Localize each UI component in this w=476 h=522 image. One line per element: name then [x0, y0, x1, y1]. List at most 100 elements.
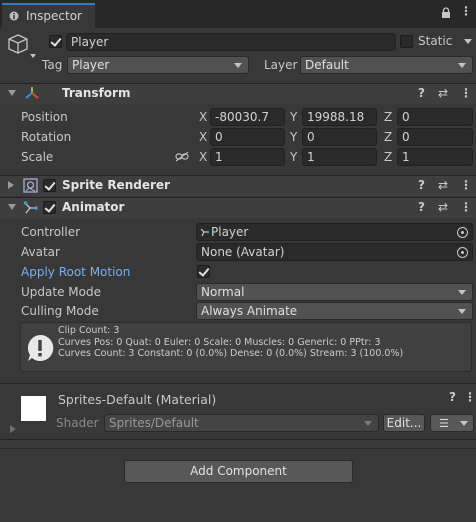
section-divider	[0, 439, 476, 440]
scale-x-label: X	[199, 150, 208, 164]
scale-z-label: Z	[384, 150, 393, 164]
shader-value: Sprites/Default	[109, 416, 199, 430]
object-name-field[interactable]: Player	[66, 33, 396, 51]
component-menu-icon[interactable]: ⋮	[460, 86, 472, 100]
info-line-curves-pos: Curves Pos: 0 Quat: 0 Euler: 0 Scale: 0 …	[58, 336, 381, 348]
lock-icon[interactable]	[441, 7, 451, 19]
scale-x-field[interactable]: 1	[210, 148, 285, 166]
position-x-label: X	[199, 110, 208, 124]
update-mode-label: Update Mode	[21, 285, 101, 299]
material-foldout-icon[interactable]	[10, 425, 16, 433]
help-icon[interactable]: ?	[418, 200, 425, 214]
component-menu-icon[interactable]: ⋮	[460, 178, 472, 192]
animator-icon	[23, 201, 38, 214]
culling-mode-value: Always Animate	[201, 304, 298, 318]
static-checkbox[interactable]	[400, 35, 413, 48]
rotation-x-field[interactable]: 0	[210, 128, 285, 146]
apply-root-motion-checkbox[interactable]	[197, 265, 210, 278]
apply-root-motion-label: Apply Root Motion	[21, 265, 131, 279]
info-line-curves-count: Curves Count: 3 Constant: 0 (0.0%) Dense…	[58, 348, 404, 359]
presets-icon[interactable]: ⇄	[438, 86, 448, 100]
rotation-x-label: X	[199, 130, 208, 144]
animator-title: Animator	[62, 200, 125, 214]
help-icon[interactable]: ?	[418, 86, 425, 100]
active-checkbox[interactable]	[49, 35, 62, 48]
animator-header[interactable]: Animator ? ⇄ ⋮	[0, 197, 476, 218]
layer-value: Default	[305, 58, 349, 72]
shader-options-dropdown[interactable]: ☰	[430, 414, 474, 432]
position-z-field[interactable]: 0	[397, 108, 473, 126]
sprite-renderer-enabled-checkbox[interactable]	[43, 179, 56, 192]
transform-title: Transform	[62, 86, 131, 100]
presets-icon[interactable]: ⇄	[438, 200, 448, 214]
foldout-arrow-icon[interactable]	[8, 204, 16, 210]
transform-header[interactable]: Transform ? ⇄ ⋮	[0, 83, 476, 104]
more-icon[interactable]: ⋮	[460, 4, 472, 18]
tag-dropdown[interactable]: Player	[67, 56, 249, 74]
tab-inspector[interactable]: Inspector	[2, 3, 95, 28]
material-help-icon[interactable]: ?	[449, 390, 456, 404]
info-text: Clip Count: 3 Curves Pos: 0 Quat: 0 Euler…	[58, 325, 403, 360]
rotation-y-field[interactable]: 0	[302, 128, 377, 146]
scale-y-field[interactable]: 1	[302, 148, 377, 166]
tab-bar: Inspector ⋮	[0, 0, 476, 28]
add-component-button[interactable]: Add Component	[124, 460, 353, 483]
static-label: Static	[418, 34, 453, 48]
avatar-label: Avatar	[21, 245, 60, 259]
tag-value: Player	[72, 58, 110, 72]
update-mode-dropdown[interactable]: Normal	[196, 283, 473, 301]
avatar-field[interactable]: None (Avatar)	[196, 243, 473, 261]
info-icon	[9, 11, 19, 21]
tag-label: Tag	[42, 58, 63, 72]
material-preview	[21, 396, 46, 421]
layer-label: Layer	[264, 58, 298, 72]
component-menu-icon[interactable]: ⋮	[460, 200, 472, 214]
material-title: Sprites-Default (Material)	[58, 392, 217, 407]
position-label: Position	[21, 110, 68, 124]
gameobject-cube-icon[interactable]	[8, 32, 36, 60]
info-message-icon	[27, 334, 54, 361]
rotation-z-label: Z	[384, 130, 393, 144]
object-picker-icon[interactable]	[457, 247, 468, 258]
position-z-label: Z	[384, 110, 393, 124]
update-mode-value: Normal	[201, 285, 245, 299]
info-line-clip-count: Clip Count: 3	[58, 325, 120, 336]
presets-icon[interactable]: ⇄	[438, 178, 448, 192]
sprite-renderer-icon	[23, 178, 38, 193]
constrain-proportions-icon[interactable]	[175, 152, 189, 162]
position-x-field[interactable]: -80030.7	[210, 108, 285, 126]
rotation-label: Rotation	[21, 130, 72, 144]
animator-controller-icon	[200, 228, 209, 237]
transform-icon	[25, 87, 39, 99]
shader-edit-button[interactable]: Edit...	[383, 414, 425, 432]
sprite-renderer-header[interactable]: Sprite Renderer ? ⇄ ⋮	[0, 175, 476, 196]
sprite-renderer-title: Sprite Renderer	[62, 178, 170, 192]
scale-label: Scale	[21, 150, 54, 164]
tab-label: Inspector	[26, 9, 82, 23]
rotation-z-field[interactable]: 0	[397, 128, 473, 146]
section-divider	[0, 448, 476, 449]
object-picker-icon[interactable]	[457, 227, 468, 238]
avatar-value: None (Avatar)	[201, 245, 285, 259]
foldout-arrow-icon[interactable]	[8, 181, 14, 189]
culling-mode-label: Culling Mode	[21, 304, 99, 318]
list-icon: ☰	[439, 417, 449, 430]
culling-mode-dropdown[interactable]: Always Animate	[196, 302, 473, 320]
scale-z-field[interactable]: 1	[397, 148, 473, 166]
section-divider	[0, 383, 476, 384]
layer-dropdown[interactable]: Default	[300, 56, 473, 74]
animator-info-box: Clip Count: 3 Curves Pos: 0 Quat: 0 Euler…	[20, 322, 472, 372]
controller-field[interactable]: Player	[196, 223, 473, 241]
help-icon[interactable]: ?	[418, 178, 425, 192]
static-dropdown[interactable]	[462, 33, 474, 51]
shader-label: Shader	[56, 416, 99, 430]
position-y-field[interactable]: 19988.18	[302, 108, 377, 126]
scale-y-label: Y	[290, 150, 298, 164]
material-menu-icon[interactable]: ⋮	[464, 390, 476, 404]
shader-dropdown[interactable]: Sprites/Default	[104, 414, 379, 432]
controller-label: Controller	[21, 225, 81, 239]
foldout-arrow-icon[interactable]	[8, 90, 16, 96]
position-y-label: Y	[290, 110, 298, 124]
animator-enabled-checkbox[interactable]	[43, 201, 56, 214]
rotation-y-label: Y	[290, 130, 298, 144]
